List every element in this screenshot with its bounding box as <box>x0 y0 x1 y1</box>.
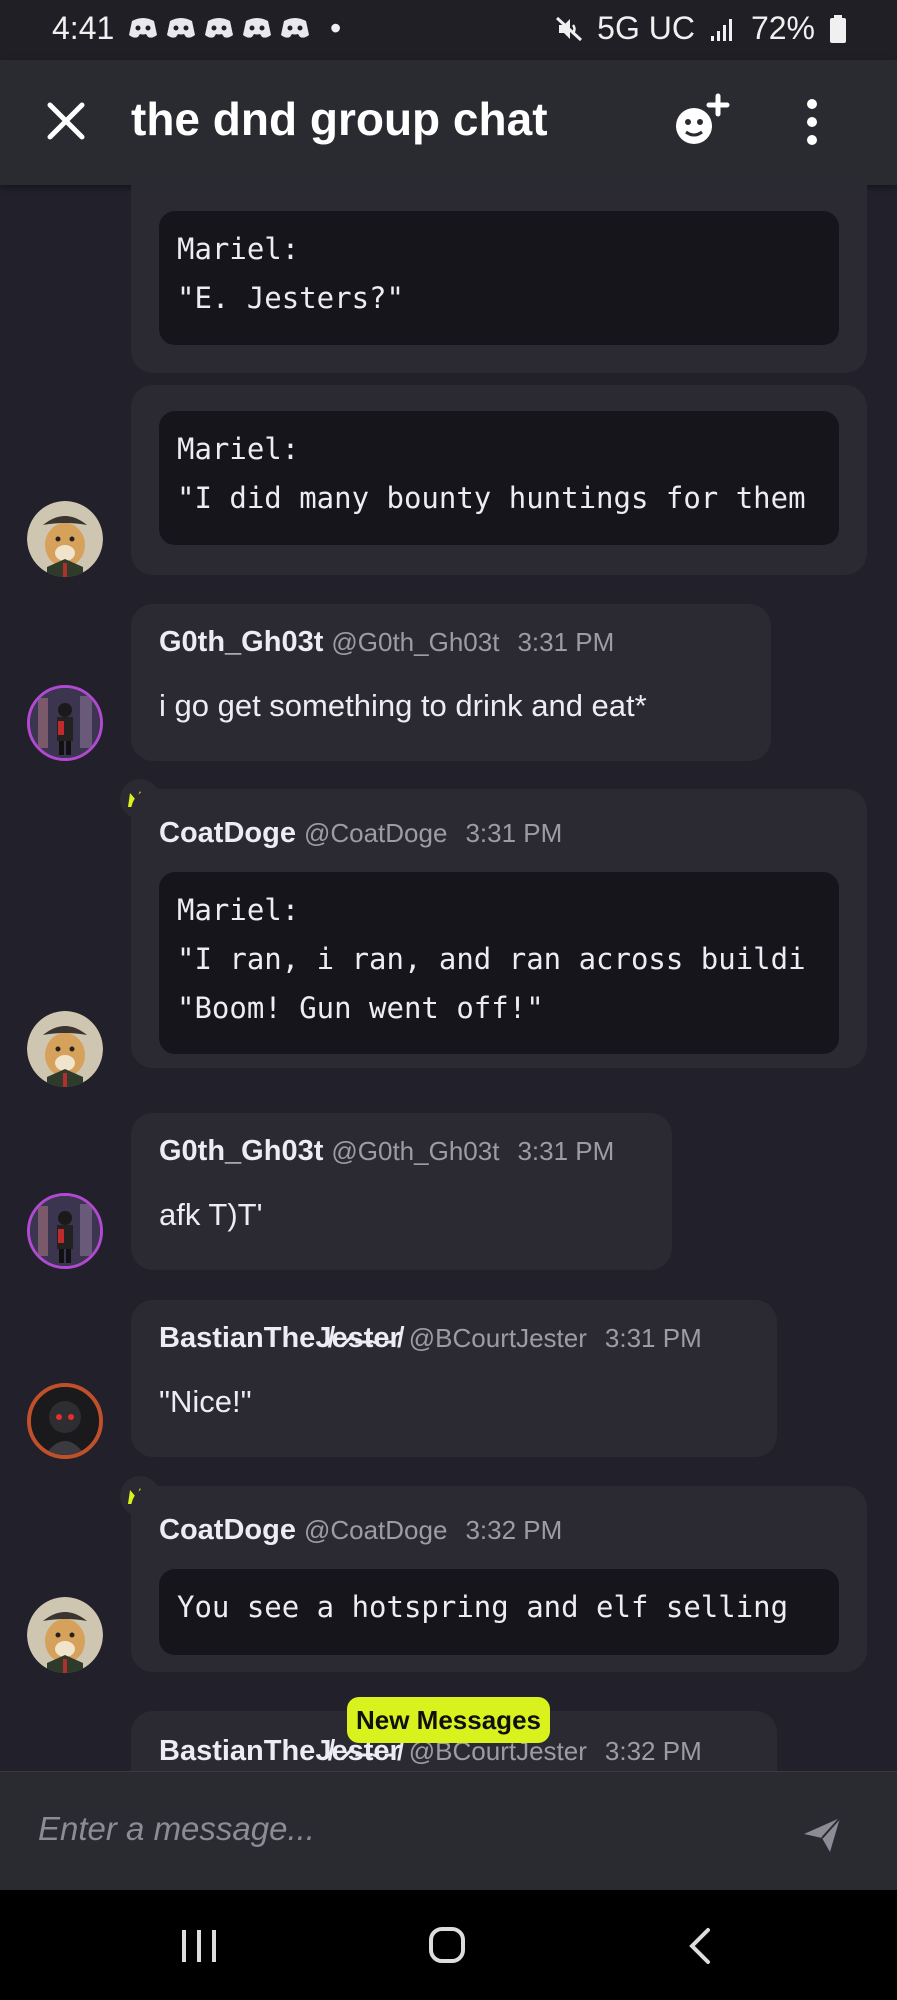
chat-header: the dnd group chat <box>0 60 897 185</box>
message-text: "Nice!" <box>159 1384 252 1419</box>
message-time: 3:32 PM <box>465 1515 563 1545</box>
mute-icon <box>556 16 583 41</box>
message-bubble: G0th_Gh03t @G0th_Gh03t 3:31 PM afk T)T' <box>131 1113 672 1270</box>
avatar-bastian[interactable] <box>27 1383 103 1459</box>
code-block: You see a hotspring and elf selling <box>159 1569 839 1655</box>
avatar-g0th[interactable] <box>27 1193 103 1269</box>
author-name[interactable]: BastianTheJ̸e̷s̶t̴e̵r̸ <box>159 1322 401 1354</box>
author-handle: @G0th_Gh03t <box>331 1136 500 1166</box>
avatar-coatdoge[interactable] <box>27 1011 103 1087</box>
jester-avatar-icon <box>31 1387 99 1455</box>
message-bubble: CoatDoge @CoatDoge 3:31 PM Mariel: "I ran,… <box>131 789 867 1068</box>
status-bar: 4:41 • 5G UC 72% <box>0 0 897 60</box>
avatar-coatdoge[interactable] <box>27 1597 103 1673</box>
discord-icon <box>166 12 196 38</box>
message-time: 3:31 PM <box>517 627 615 657</box>
home-icon[interactable] <box>428 1926 466 1964</box>
doge-avatar-icon <box>27 501 103 577</box>
new-messages-button[interactable]: New Messages <box>347 1697 550 1743</box>
message-bubble: G0th_Gh03t @G0th_Gh03t 3:31 PM i go get so… <box>131 604 771 761</box>
chat-title: the dnd group chat <box>131 93 548 145</box>
message-bubble: BastianTheJ̸e̷s̶t̴e̵r̸ @BCourtJester 3:31 … <box>131 1300 777 1457</box>
status-right: 5G UC 72% <box>555 10 847 47</box>
send-icon[interactable] <box>800 1812 844 1856</box>
author-name[interactable]: CoatDoge <box>159 1514 296 1546</box>
close-icon[interactable] <box>40 95 92 147</box>
battery-percent: 72% <box>750 10 815 46</box>
avatar-coatdoge[interactable] <box>27 501 103 577</box>
discord-icon <box>128 12 158 38</box>
status-time: 4:41 <box>52 10 115 46</box>
message-time: 3:31 PM <box>465 818 563 848</box>
message-bubble: Mariel: "E. Jesters?" <box>131 185 867 373</box>
author-handle: @BCourtJester <box>408 1323 587 1353</box>
doge-avatar-icon <box>27 1597 103 1673</box>
message-input[interactable]: Enter a message... <box>38 1810 315 1848</box>
message-bubble: Mariel: "I did many bounty huntings for … <box>131 385 867 575</box>
goth-avatar-icon <box>30 1196 100 1266</box>
author-name[interactable]: G0th_Gh03t <box>159 626 323 658</box>
message-composer[interactable]: Enter a message... <box>0 1771 897 1891</box>
author-handle: @CoatDoge <box>303 818 448 848</box>
recents-icon[interactable] <box>178 1928 220 1964</box>
more-vertical-icon[interactable] <box>790 96 834 148</box>
author-handle: @G0th_Gh03t <box>331 627 500 657</box>
author-handle: @CoatDoge <box>303 1515 448 1545</box>
battery-icon <box>830 14 846 43</box>
signal-icon <box>710 18 732 41</box>
author-name[interactable]: G0th_Gh03t <box>159 1135 323 1167</box>
message-text: afk T)T' <box>159 1197 263 1232</box>
author-name[interactable]: CoatDoge <box>159 817 296 849</box>
message-bubble: CoatDoge @CoatDoge 3:32 PM You see a hotsp… <box>131 1486 867 1672</box>
message-time: 3:31 PM <box>517 1136 615 1166</box>
message-time: 3:31 PM <box>604 1323 702 1353</box>
notification-icons <box>128 12 310 38</box>
code-block: Mariel: "I did many bounty huntings for … <box>159 411 839 545</box>
avatar-g0th[interactable] <box>27 685 103 761</box>
network-label: 5G UC <box>597 10 695 46</box>
code-block: Mariel: "I ran, i ran, and ran across bu… <box>159 872 839 1054</box>
discord-icon <box>242 12 272 38</box>
system-nav-bar <box>0 1890 897 2000</box>
code-block: Mariel: "E. Jesters?" <box>159 211 839 345</box>
discord-icon <box>204 12 234 38</box>
discord-icon <box>280 12 310 38</box>
message-list[interactable]: Mariel: "E. Jesters?" Mariel: "I did man… <box>0 185 897 1771</box>
goth-avatar-icon <box>30 688 100 758</box>
back-icon[interactable] <box>688 1926 712 1966</box>
message-time: 3:32 PM <box>604 1736 702 1766</box>
status-dot: • <box>330 10 342 46</box>
message-text: i go get something to drink and eat* <box>159 688 647 723</box>
add-member-icon[interactable] <box>668 90 732 154</box>
doge-avatar-icon <box>27 1011 103 1087</box>
